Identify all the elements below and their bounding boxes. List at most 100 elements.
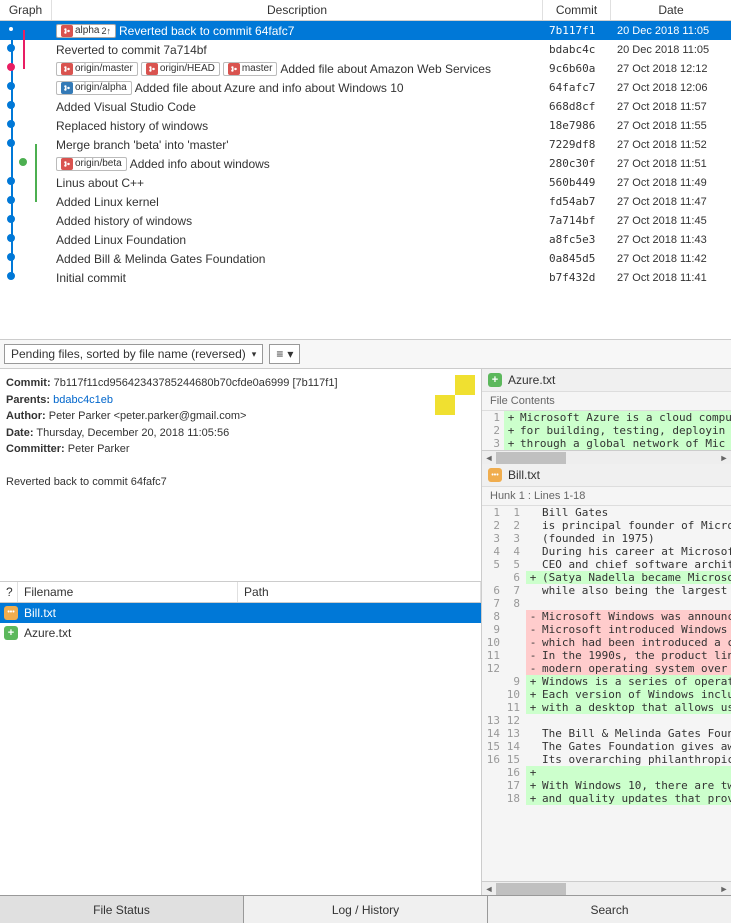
commit-row[interactable]: Replaced history of windows18e798627 Oct… <box>0 116 731 135</box>
commit-row[interactable]: Added history of windows7a714bf27 Oct 20… <box>0 211 731 230</box>
diff-line: 11-In the 1990s, the product line <box>482 649 731 662</box>
commit-date: 27 Oct 2018 11:42 <box>611 253 731 265</box>
graph-cell <box>0 211 52 230</box>
graph-cell <box>0 268 52 287</box>
file-row[interactable]: +Azure.txt <box>0 623 481 643</box>
header-graph[interactable]: Graph <box>0 0 52 20</box>
commit-row[interactable]: Linus about C++560b44927 Oct 2018 11:49 <box>0 173 731 192</box>
commit-hash: 0a845d5 <box>543 252 611 265</box>
scroll-right-icon[interactable]: ► <box>717 882 731 895</box>
commit-hash: fd54ab7 <box>543 195 611 208</box>
middle-toolbar: Pending files, sorted by file name (reve… <box>0 340 731 369</box>
parents-value[interactable]: bdabc4c1eb <box>53 394 113 406</box>
commit-table-header: Graph Description Commit Date <box>0 0 731 21</box>
commit-date: 27 Oct 2018 12:06 <box>611 82 731 94</box>
commit-date: 27 Oct 2018 11:52 <box>611 139 731 151</box>
diff-line: 12-modern operating system over tw <box>482 662 731 675</box>
scroll-left-icon[interactable]: ◄ <box>482 882 496 895</box>
tab-file-status[interactable]: File Status <box>0 896 244 923</box>
sort-dropdown[interactable]: Pending files, sorted by file name (reve… <box>4 344 263 364</box>
diff-line: 10-which had been introduced a cou <box>482 636 731 649</box>
commit-row[interactable]: Added Linux Foundationa8fc5e327 Oct 2018… <box>0 230 731 249</box>
commit-date: 27 Oct 2018 11:45 <box>611 215 731 227</box>
file-header-status[interactable]: ? <box>0 582 18 602</box>
diff-line: 78 <box>482 597 731 610</box>
commit-date: 20 Dec 2018 11:05 <box>611 44 731 56</box>
view-mode-button[interactable]: ≡ ▾ <box>269 344 300 364</box>
file-header-path[interactable]: Path <box>238 582 481 602</box>
commit-date: 27 Oct 2018 12:12 <box>611 63 731 75</box>
branch-badge[interactable]: origin/master <box>56 62 138 76</box>
bill-diff[interactable]: 11 Bill Gates22 is principal founder of … <box>482 506 731 881</box>
branch-badge[interactable]: origin/HEAD <box>141 62 220 76</box>
commit-hash: 9c6b60a <box>543 62 611 75</box>
commit-description: Linus about C++ <box>52 176 543 190</box>
commit-date: 27 Oct 2018 11:43 <box>611 234 731 246</box>
branch-badge[interactable]: master <box>223 62 278 76</box>
diff-line: 18+and quality updates that provid <box>482 792 731 805</box>
chevron-down-icon: ▾ <box>287 347 293 361</box>
scroll-left-icon[interactable]: ◄ <box>482 451 496 465</box>
branch-badge[interactable]: origin/alpha <box>56 81 132 95</box>
commit-description: Replaced history of windows <box>52 119 543 133</box>
horizontal-scrollbar[interactable]: ◄► <box>482 881 731 895</box>
commit-description: origin/masterorigin/HEADmasterAdded file… <box>52 62 543 76</box>
chevron-down-icon: ▾ <box>252 349 257 360</box>
diff-line: 1312 <box>482 714 731 727</box>
diff-file-header-azure[interactable]: + Azure.txt <box>482 369 731 392</box>
commit-description: Added Linux kernel <box>52 195 543 209</box>
branch-icon <box>61 158 73 170</box>
commit-row[interactable]: Added Visual Studio Code668d8cf27 Oct 20… <box>0 97 731 116</box>
header-commit[interactable]: Commit <box>543 0 611 20</box>
file-name: Bill.txt <box>24 606 56 620</box>
commit-row[interactable]: alpha2↑Reverted back to commit 64fafc77b… <box>0 21 731 40</box>
commit-description: Reverted to commit 7a714bf <box>52 43 543 57</box>
header-date[interactable]: Date <box>611 0 731 20</box>
commit-description: Initial commit <box>52 271 543 285</box>
branch-badge[interactable]: alpha2↑ <box>56 24 116 38</box>
horizontal-scrollbar[interactable]: ◄► <box>482 450 731 464</box>
commit-hash: 7b117f1 <box>543 24 611 37</box>
diff-line: 9-Microsoft introduced Windows as <box>482 623 731 636</box>
commit-hash-label: Commit: <box>6 377 51 389</box>
header-description[interactable]: Description <box>52 0 543 20</box>
parents-label: Parents: <box>6 394 50 406</box>
branch-badge[interactable]: origin/beta <box>56 157 127 171</box>
diff-line: 1+Microsoft Azure is a cloud compu <box>482 411 731 424</box>
file-list[interactable]: •••Bill.txt+Azure.txt <box>0 603 481 643</box>
diff-file-header-bill[interactable]: ••• Bill.txt <box>482 464 731 487</box>
commit-date: 27 Oct 2018 11:51 <box>611 158 731 170</box>
commit-row[interactable]: origin/betaAdded info about windows280c3… <box>0 154 731 173</box>
commit-description: Added Linux Foundation <box>52 233 543 247</box>
commit-row[interactable]: Added Bill & Melinda Gates Foundation0a8… <box>0 249 731 268</box>
commit-list[interactable]: alpha2↑Reverted back to commit 64fafc77b… <box>0 21 731 339</box>
commit-hash: 280c30f <box>543 157 611 170</box>
commit-date: 20 Dec 2018 11:05 <box>611 25 731 37</box>
commit-date: 27 Oct 2018 11:49 <box>611 177 731 189</box>
commit-info: Commit: 7b117f11cd95642343785244680b70cf… <box>0 369 481 497</box>
commit-hash: 64fafc7 <box>543 81 611 94</box>
commit-row[interactable]: Initial commitb7f432d27 Oct 2018 11:41 <box>0 268 731 287</box>
commit-row[interactable]: Merge branch 'beta' into 'master'7229df8… <box>0 135 731 154</box>
tab-log-history[interactable]: Log / History <box>244 896 488 923</box>
scroll-right-icon[interactable]: ► <box>717 451 731 465</box>
graph-cell <box>0 59 52 78</box>
commit-row[interactable]: origin/masterorigin/HEADmasterAdded file… <box>0 59 731 78</box>
lower-panes: Commit: 7b117f11cd95642343785244680b70cf… <box>0 369 731 895</box>
commit-row[interactable]: origin/alphaAdded file about Azure and i… <box>0 78 731 97</box>
commit-row[interactable]: Reverted to commit 7a714bfbdabc4c20 Dec … <box>0 40 731 59</box>
diff-section-label: Hunk 1 : Lines 1-18 <box>482 487 731 506</box>
file-row[interactable]: •••Bill.txt <box>0 603 481 623</box>
commit-date: 27 Oct 2018 11:55 <box>611 120 731 132</box>
commit-description: alpha2↑Reverted back to commit 64fafc7 <box>52 24 543 38</box>
diff-file-name: Azure.txt <box>508 373 555 387</box>
bottom-tabs: File Status Log / History Search <box>0 895 731 923</box>
commit-row[interactable]: Added Linux kernelfd54ab727 Oct 2018 11:… <box>0 192 731 211</box>
tab-search[interactable]: Search <box>488 896 731 923</box>
diff-line: 1413 The Bill & Melinda Gates Founda <box>482 727 731 740</box>
add-icon: + <box>4 626 18 640</box>
graph-cell <box>0 40 52 59</box>
file-header-filename[interactable]: Filename <box>18 582 238 602</box>
graph-cell <box>0 192 52 211</box>
azure-diff[interactable]: 1+Microsoft Azure is a cloud compu2+for … <box>482 411 731 450</box>
